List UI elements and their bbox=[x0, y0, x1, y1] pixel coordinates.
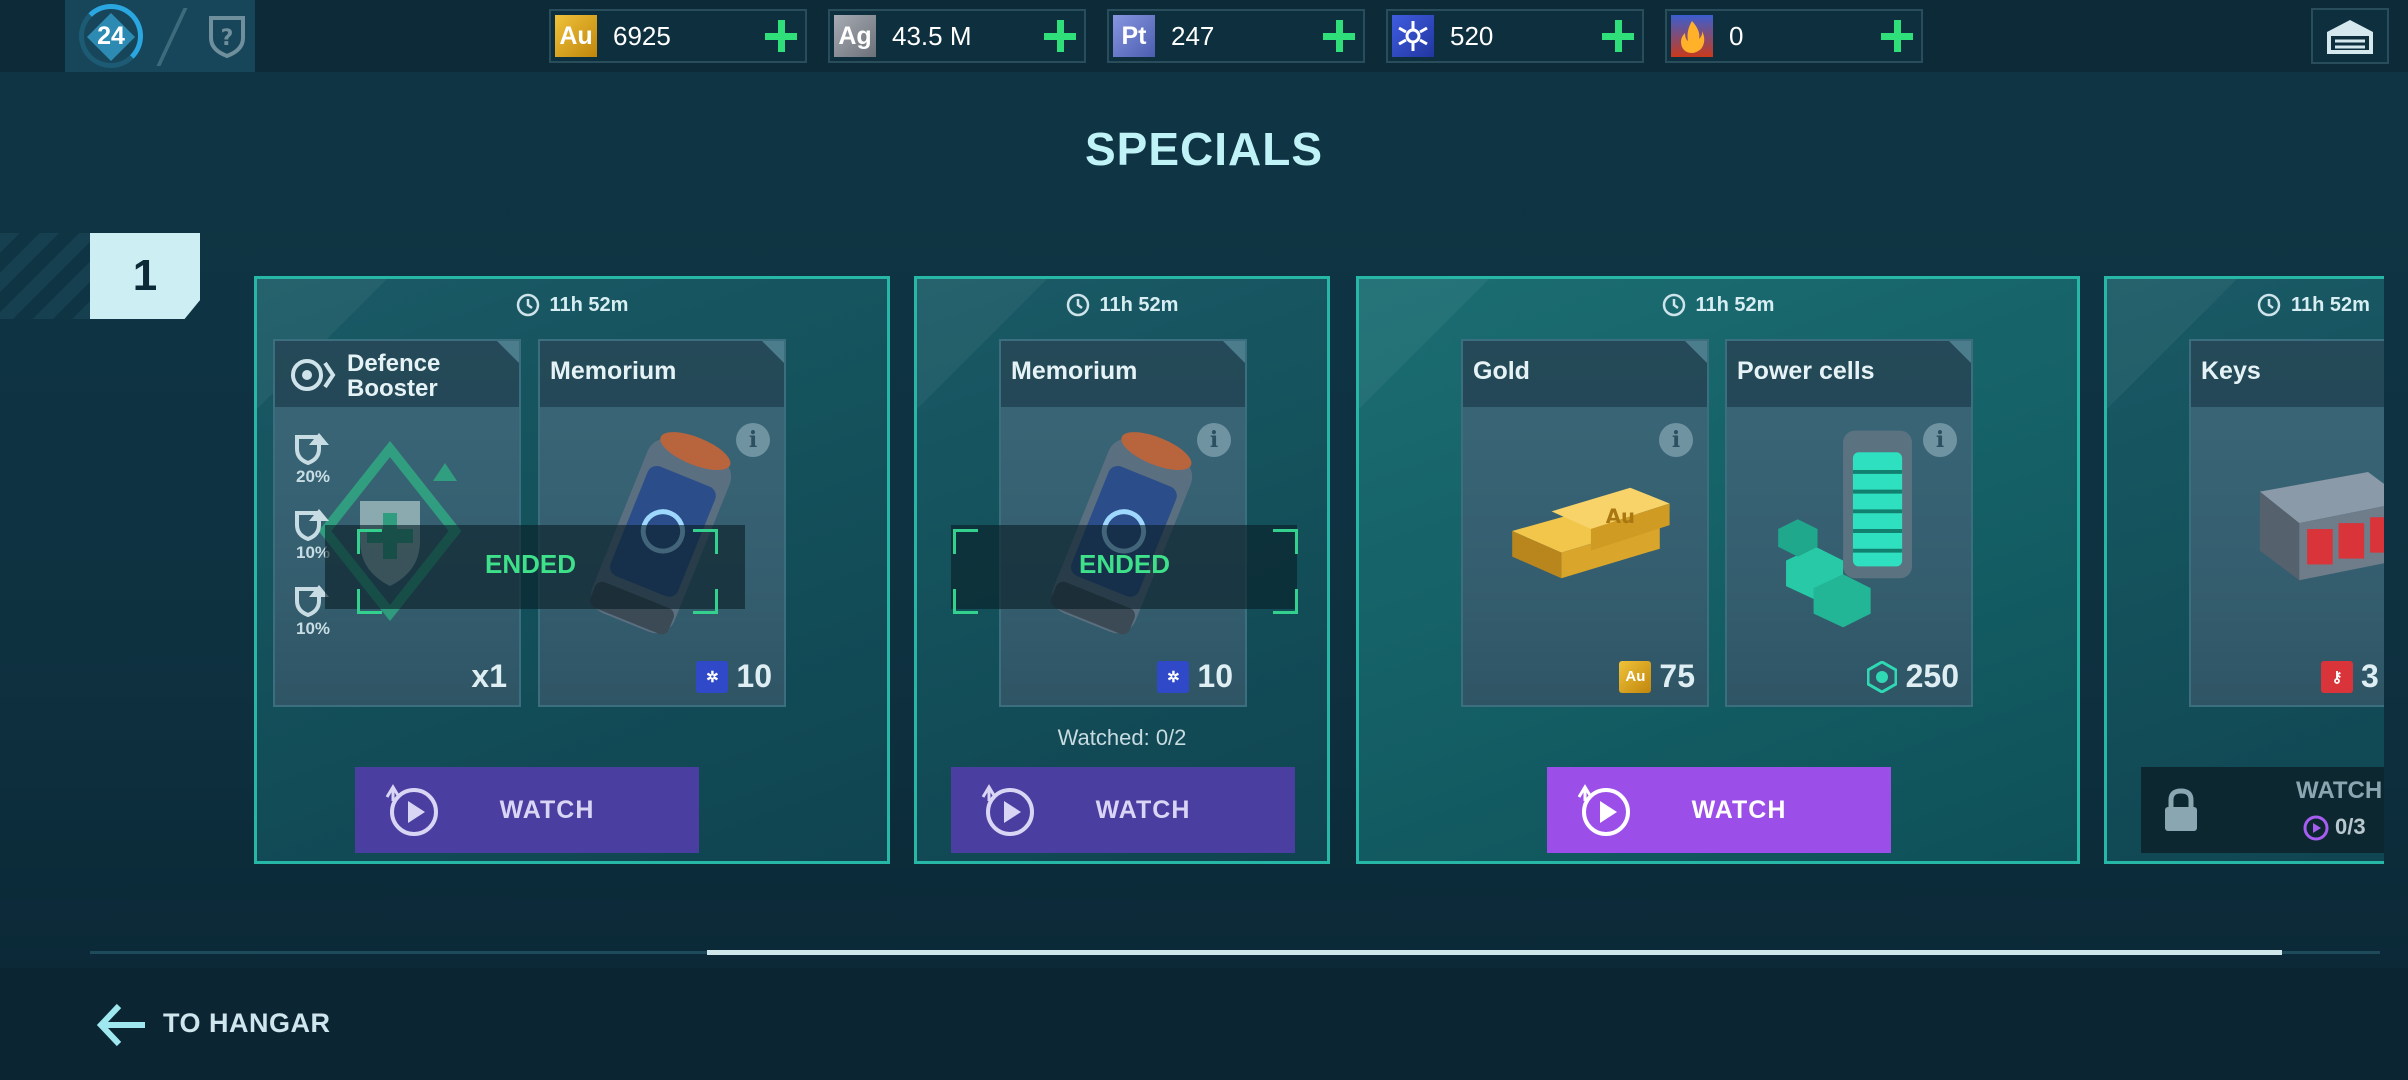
resource-gold[interactable]: Au 6925 bbox=[549, 9, 807, 63]
resource-platinum[interactable]: Pt 247 bbox=[1107, 9, 1365, 63]
offer-card-memorium[interactable]: 11h 52m Memorium i ✲ 10 ENDED Watched: 0… bbox=[914, 276, 1330, 864]
watch-ad-button[interactable]: WATCH bbox=[1547, 767, 1891, 853]
page-number: 1 bbox=[132, 251, 158, 300]
arrow-left-icon[interactable] bbox=[95, 1000, 147, 1050]
offer-timer: 11h 52m bbox=[257, 293, 887, 317]
watch-label: WATCH bbox=[2296, 777, 2383, 804]
clock-icon bbox=[1066, 293, 1089, 317]
gold-bars-icon: Au bbox=[1512, 487, 1670, 579]
shield-help-icon[interactable]: ? bbox=[207, 14, 247, 58]
resource-fire-token[interactable]: 0 bbox=[1665, 9, 1923, 63]
item-quantity: ✲ 10 bbox=[696, 658, 772, 695]
top-bar: 24 ? Au 6925 Ag 43.5 M Pt 247 520 0 bbox=[0, 0, 2408, 72]
item-memorium: Memorium i ✲ 10 bbox=[999, 339, 1247, 707]
page-indicator[interactable]: 1 bbox=[90, 233, 200, 319]
offer-timer: 11h 52m bbox=[1359, 293, 2077, 317]
hangar-icon bbox=[2327, 20, 2373, 54]
item-name: Defence Booster bbox=[347, 350, 441, 402]
memorium-amount: 520 bbox=[1450, 21, 1494, 51]
watch-label: WATCH bbox=[1691, 796, 1787, 824]
ended-label: ENDED bbox=[1079, 549, 1171, 579]
platinum-pt-icon: Pt bbox=[1113, 15, 1155, 57]
fire-token-amount: 0 bbox=[1729, 21, 1744, 51]
item-gold: Gold i Au Au 75 bbox=[1461, 339, 1709, 707]
item-name: Power cells bbox=[1737, 357, 1875, 385]
watch-ad-button[interactable]: WATCH bbox=[951, 767, 1295, 853]
offer-timer: 11h 52m bbox=[2257, 293, 2384, 317]
page-indicator-stripes bbox=[0, 233, 90, 319]
item-keys: Keys ⚷ 3 bbox=[2189, 339, 2384, 707]
item-memorium: Memorium i ✲ 10 bbox=[538, 339, 786, 707]
item-quantity: x1 bbox=[471, 658, 507, 694]
offer-card-defence-booster[interactable]: 11h 52m Defence Booster 20% 10% 10% x1 M… bbox=[254, 276, 890, 864]
stat-value: 20% bbox=[295, 467, 331, 486]
power-cell-icon bbox=[1866, 660, 1898, 693]
watch-ad-icon bbox=[2303, 815, 2329, 841]
offer-card-gold-power-cells[interactable]: 11h 52m Gold i Au Au 75 Power cells i 25… bbox=[1356, 276, 2080, 864]
item-quantity: ⚷ 3 bbox=[2321, 658, 2379, 695]
offers-carousel[interactable]: 11h 52m Defence Booster 20% 10% 10% x1 M… bbox=[254, 276, 2384, 866]
add-gold-button[interactable] bbox=[765, 20, 797, 52]
to-hangar-button[interactable]: TO HANGAR bbox=[163, 1008, 331, 1039]
svg-text:?: ? bbox=[221, 26, 234, 51]
divider bbox=[156, 8, 188, 66]
keys-chest-icon bbox=[2259, 471, 2384, 581]
item-quantity: ✲ 10 bbox=[1157, 658, 1233, 695]
stat-boost-icon bbox=[295, 433, 329, 465]
silver-ag-icon: Ag bbox=[834, 15, 876, 57]
scrollbar-thumb[interactable] bbox=[707, 950, 2282, 955]
clock-icon bbox=[2257, 293, 2281, 317]
bottom-bar bbox=[0, 968, 2408, 1080]
item-name: Gold bbox=[1473, 357, 1530, 385]
gold-au-icon: Au bbox=[555, 15, 597, 57]
gold-au-icon: Au bbox=[1619, 660, 1652, 693]
add-platinum-button[interactable] bbox=[1323, 20, 1355, 52]
offer-timer: 11h 52m bbox=[917, 293, 1327, 317]
silver-amount: 43.5 M bbox=[892, 21, 972, 51]
item-quantity: 250 bbox=[1866, 658, 1959, 695]
clock-icon bbox=[1662, 293, 1685, 317]
gold-amount: 6925 bbox=[613, 21, 671, 51]
item-quantity: Au 75 bbox=[1619, 658, 1695, 695]
watch-count: 0/3 bbox=[2301, 813, 2366, 841]
add-memorium-button[interactable] bbox=[1602, 20, 1634, 52]
page-title: SPECIALS bbox=[1084, 123, 1324, 175]
platinum-amount: 247 bbox=[1171, 21, 1215, 51]
svg-text:Au: Au bbox=[1606, 505, 1635, 528]
hangar-button[interactable] bbox=[2311, 8, 2389, 64]
key-icon: ⚷ bbox=[2321, 660, 2353, 693]
resource-silver[interactable]: Ag 43.5 M bbox=[828, 9, 1086, 63]
ended-label: ENDED bbox=[485, 549, 577, 579]
item-name: Keys bbox=[2201, 357, 2261, 385]
memorium-icon bbox=[1392, 15, 1434, 57]
watch-ad-button[interactable]: WATCH bbox=[355, 767, 699, 853]
fire-token-icon bbox=[1671, 15, 1713, 57]
locked-watch-button[interactable]: WATCH 0/3 bbox=[2141, 767, 2384, 853]
memorium-icon: ✲ bbox=[696, 660, 729, 693]
power-cells-icon bbox=[1778, 430, 1912, 628]
memorium-icon: ✲ bbox=[1157, 660, 1190, 693]
watch-label: WATCH bbox=[499, 796, 595, 824]
item-power-cells: Power cells i 250 bbox=[1725, 339, 1973, 707]
offer-card-keys[interactable]: 11h 52m Keys ⚷ 3 WATCH 0/3 bbox=[2104, 276, 2384, 864]
defence-booster-icon bbox=[291, 359, 336, 391]
stat-value: 10% bbox=[295, 619, 331, 638]
clock-icon bbox=[516, 293, 539, 317]
player-level: 24 bbox=[97, 22, 125, 50]
watched-counter: Watched: 0/2 bbox=[1057, 725, 1187, 750]
add-silver-button[interactable] bbox=[1044, 20, 1076, 52]
player-level-badge[interactable]: 24 ? bbox=[65, 0, 255, 72]
item-name: Memorium bbox=[1011, 357, 1138, 385]
watch-label: WATCH bbox=[1095, 796, 1191, 824]
item-name: Memorium bbox=[550, 357, 677, 385]
add-fire-token-button[interactable] bbox=[1881, 20, 1913, 52]
lock-icon bbox=[2165, 788, 2197, 831]
item-defence-booster: Defence Booster 20% 10% 10% x1 bbox=[273, 339, 521, 707]
resource-memorium[interactable]: 520 bbox=[1386, 9, 1644, 63]
